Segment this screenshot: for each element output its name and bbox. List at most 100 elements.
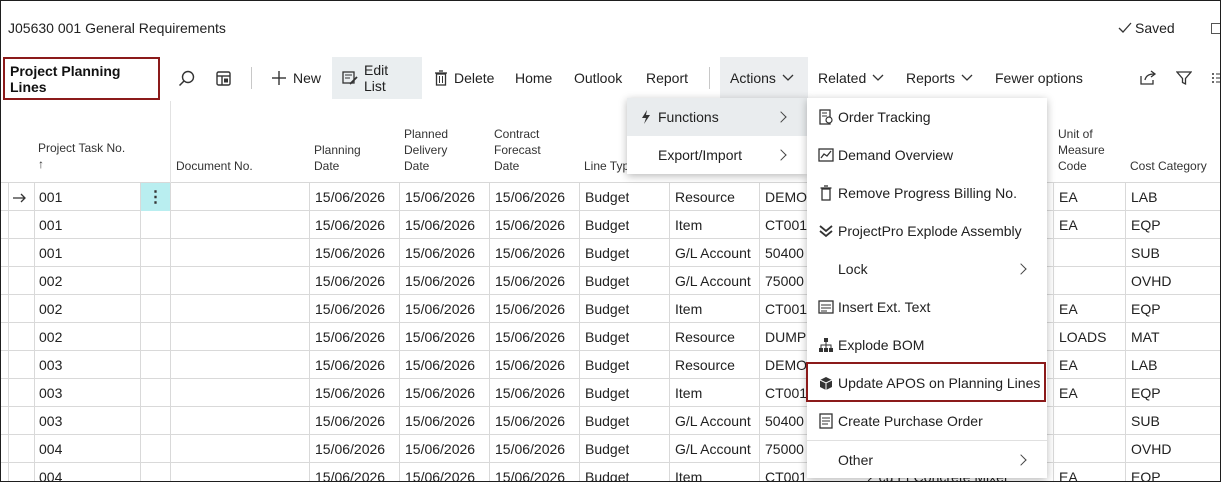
cell-no[interactable]: CT0010 <box>765 295 807 323</box>
cell-line-type[interactable]: Budget <box>585 463 629 481</box>
cell-line-type[interactable]: Budget <box>585 295 629 323</box>
outlook-tab[interactable]: Outlook <box>574 57 622 99</box>
cell-task-no[interactable]: 001 <box>39 183 62 211</box>
cell-cost-category[interactable]: EQP <box>1131 211 1161 239</box>
cell-contract-forecast-date[interactable]: 15/06/2026 <box>495 183 565 211</box>
cell-planning-date[interactable]: 15/06/2026 <box>315 239 385 267</box>
cell-line-type[interactable]: Budget <box>585 407 629 435</box>
cell-planned-delivery-date[interactable]: 15/06/2026 <box>405 211 475 239</box>
cell-contract-forecast-date[interactable]: 15/06/2026 <box>495 379 565 407</box>
header-unit-of-measure[interactable]: Unit of Measure Code <box>1058 126 1105 174</box>
cell-line-type[interactable]: Budget <box>585 267 629 295</box>
cell-planned-delivery-date[interactable]: 15/06/2026 <box>405 407 475 435</box>
cell-unit-of-measure[interactable]: EA <box>1059 211 1078 239</box>
report-tab[interactable]: Report <box>646 57 688 99</box>
cell-line-type[interactable]: Budget <box>585 435 629 463</box>
cell-type[interactable]: Item <box>675 379 702 407</box>
cell-line-type[interactable]: Budget <box>585 379 629 407</box>
cell-unit-of-measure[interactable]: LOADS <box>1059 323 1106 351</box>
cell-planning-date[interactable]: 15/06/2026 <box>315 407 385 435</box>
menu-item-lock[interactable]: Lock <box>807 250 1047 288</box>
menu-item-insert-ext-text[interactable]: Insert Ext. Text <box>807 288 1047 326</box>
cell-no[interactable]: CT0010 <box>765 211 807 239</box>
cell-cost-category[interactable]: OVHD <box>1131 435 1171 463</box>
cell-unit-of-measure[interactable]: EA <box>1059 183 1078 211</box>
cell-planned-delivery-date[interactable]: 15/06/2026 <box>405 351 475 379</box>
reports-menu-button[interactable]: Reports <box>906 57 973 99</box>
cell-cost-category[interactable]: LAB <box>1131 183 1157 211</box>
cell-task-no[interactable]: 003 <box>39 379 62 407</box>
cell-planning-date[interactable]: 15/06/2026 <box>315 463 385 481</box>
cell-contract-forecast-date[interactable]: 15/06/2026 <box>495 463 565 481</box>
cell-contract-forecast-date[interactable]: 15/06/2026 <box>495 211 565 239</box>
cell-type[interactable]: Resource <box>675 323 735 351</box>
cell-line-type[interactable]: Budget <box>585 239 629 267</box>
header-task-no[interactable]: Project Task No. ↑ <box>38 140 125 172</box>
cell-no[interactable]: 75000 <box>765 267 807 295</box>
cell-line-type[interactable]: Budget <box>585 351 629 379</box>
header-cost-category[interactable]: Cost Category <box>1130 158 1207 174</box>
cell-type[interactable]: G/L Account <box>675 239 751 267</box>
cell-type[interactable]: Item <box>675 295 702 323</box>
menu-item-projectpro-explode[interactable]: ProjectPro Explode Assembly <box>807 212 1047 250</box>
cell-no[interactable]: 50400 <box>765 239 807 267</box>
cell-planning-date[interactable]: 15/06/2026 <box>315 183 385 211</box>
cell-cost-category[interactable]: SUB <box>1131 239 1160 267</box>
cell-cost-category[interactable]: EQP <box>1131 379 1161 407</box>
cell-contract-forecast-date[interactable]: 15/06/2026 <box>495 295 565 323</box>
cell-type[interactable]: G/L Account <box>675 407 751 435</box>
cell-task-no[interactable]: 002 <box>39 267 62 295</box>
home-tab[interactable]: Home <box>515 57 552 99</box>
menu-item-other[interactable]: Other <box>807 441 1047 479</box>
menu-item-demand-overview[interactable]: Demand Overview <box>807 136 1047 174</box>
header-contract-forecast-date[interactable]: Contract Forecast Date <box>494 126 541 174</box>
cell-unit-of-measure[interactable]: EA <box>1059 351 1078 379</box>
analysis-mode-button[interactable] <box>215 57 232 99</box>
cell-no[interactable]: CT0010 <box>765 379 807 407</box>
cell-contract-forecast-date[interactable]: 15/06/2026 <box>495 435 565 463</box>
cell-cost-category[interactable]: SUB <box>1131 407 1160 435</box>
menu-item-export-import[interactable]: Export/Import <box>627 136 807 174</box>
header-document-no[interactable]: Document No. <box>176 158 253 174</box>
cell-cost-category[interactable]: MAT <box>1131 323 1160 351</box>
cell-line-type[interactable]: Budget <box>585 323 629 351</box>
cell-cost-category[interactable]: EQP <box>1131 463 1161 481</box>
cell-type[interactable]: Item <box>675 463 702 481</box>
cell-cost-category[interactable]: OVHD <box>1131 267 1171 295</box>
cell-cost-category[interactable]: EQP <box>1131 295 1161 323</box>
cell-planning-date[interactable]: 15/06/2026 <box>315 211 385 239</box>
new-button[interactable]: New <box>271 57 321 99</box>
cell-task-no[interactable]: 004 <box>39 435 62 463</box>
cell-unit-of-measure[interactable]: EA <box>1059 295 1078 323</box>
cell-planned-delivery-date[interactable]: 15/06/2026 <box>405 463 475 481</box>
share-button[interactable] <box>1139 57 1157 99</box>
menu-item-order-tracking[interactable]: Order Tracking <box>807 98 1047 136</box>
cell-planning-date[interactable]: 15/06/2026 <box>315 351 385 379</box>
cell-contract-forecast-date[interactable]: 15/06/2026 <box>495 323 565 351</box>
header-planning-date[interactable]: Planning Date <box>314 142 361 174</box>
cell-planning-date[interactable]: 15/06/2026 <box>315 323 385 351</box>
cell-task-no[interactable]: 002 <box>39 323 62 351</box>
cell-planned-delivery-date[interactable]: 15/06/2026 <box>405 323 475 351</box>
menu-item-create-purchase-order[interactable]: Create Purchase Order <box>807 402 1047 440</box>
cell-contract-forecast-date[interactable]: 15/06/2026 <box>495 407 565 435</box>
cell-line-type[interactable]: Budget <box>585 183 629 211</box>
cell-no[interactable]: DUMPS <box>765 323 807 351</box>
cell-planning-date[interactable]: 15/06/2026 <box>315 295 385 323</box>
cell-contract-forecast-date[interactable]: 15/06/2026 <box>495 239 565 267</box>
menu-item-functions[interactable]: Functions <box>627 98 807 136</box>
cell-cost-category[interactable]: LAB <box>1131 351 1157 379</box>
fewer-options-button[interactable]: Fewer options <box>995 57 1083 99</box>
edit-list-button[interactable]: Edit List <box>332 57 422 99</box>
cell-type[interactable]: G/L Account <box>675 435 751 463</box>
cell-planned-delivery-date[interactable]: 15/06/2026 <box>405 183 475 211</box>
cell-planned-delivery-date[interactable]: 15/06/2026 <box>405 239 475 267</box>
cell-no[interactable]: 50400 <box>765 407 807 435</box>
delete-button[interactable]: Delete <box>434 57 494 99</box>
search-button[interactable] <box>178 57 195 99</box>
cell-no[interactable]: DEMO <box>765 351 807 379</box>
filter-button[interactable] <box>1176 57 1192 99</box>
cell-type[interactable]: Resource <box>675 351 735 379</box>
cell-planned-delivery-date[interactable]: 15/06/2026 <box>405 267 475 295</box>
related-menu-button[interactable]: Related <box>818 57 884 99</box>
